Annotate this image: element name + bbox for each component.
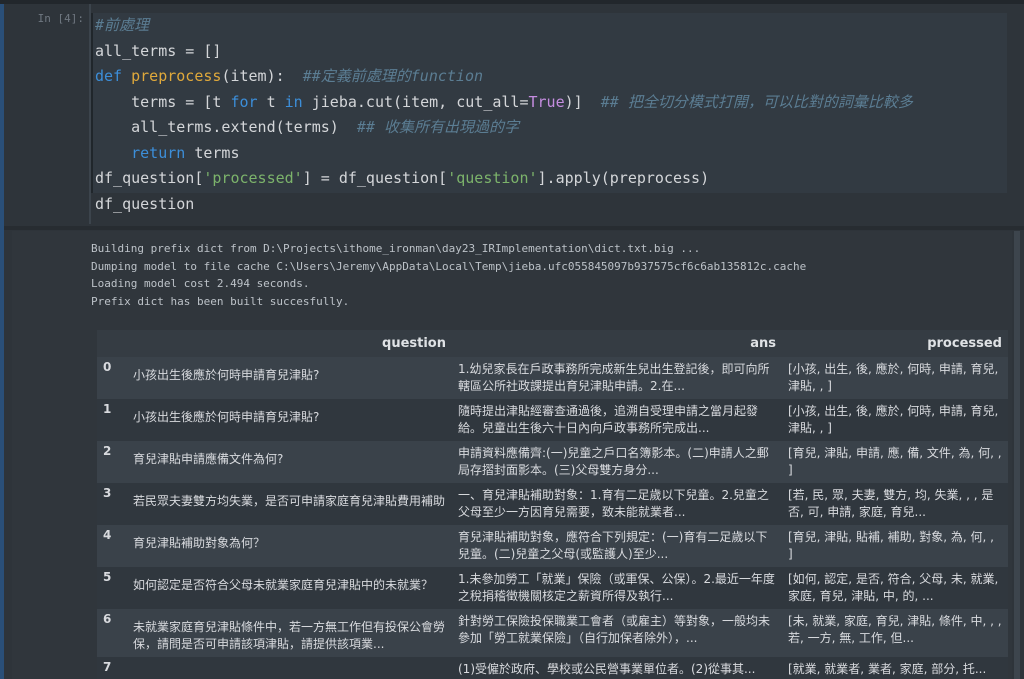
code-line[interactable]: all_terms = [] (95, 39, 1009, 65)
code-token: terms = [t (95, 92, 231, 111)
code-token: ] = df_question[ (302, 169, 448, 187)
table-row: 1 小孩出生後應於何時申請育兒津貼? 隨時提出津貼經審查通過後，追溯自受理申請之當月… (97, 399, 1008, 441)
row-index: 6 (97, 609, 127, 657)
row-index: 4 (97, 525, 127, 567)
code-line[interactable]: df_question (95, 192, 1009, 218)
code-line[interactable]: all_terms.extend(terms) ## 收集所有出現過的字 (95, 115, 1009, 141)
code-line[interactable]: def preprocess(item): ##定義前處理的function (95, 64, 1009, 90)
index-header (97, 330, 127, 357)
input-prompt: In [4]: (37, 12, 84, 25)
cell-question: 小孩出生後應於何時申請育兒津貼? (127, 357, 452, 399)
code-token: t (257, 92, 285, 111)
code-token: ## 把全切分模式打開，可以比對的詞彙比較多 (600, 92, 913, 111)
cell-processed: [就業, 就業者, 業者, 家庭, 部分, 托... (782, 657, 1008, 679)
code-token: all_terms = [] (95, 41, 222, 60)
cell-ans: (1)受僱於政府、學校或公民營事業單位者。(2)從事其... (452, 657, 782, 679)
table-row: 7 (1)受僱於政府、學校或公民營事業單位者。(2)從事其... [就業, 就業者,… (97, 657, 1008, 679)
code-token: df_question (95, 194, 195, 213)
code-token: (item): (221, 67, 303, 85)
table-row: 2 育兒津貼申請應備文件為何? 申請資料應備齊:(一)兒童之戶口名簿影本。(二)申請… (97, 441, 1008, 483)
code-token: ##定義前處理的function (302, 67, 484, 85)
cell-ans: 育兒津貼補助對象，應符合下列規定：(一)育有二足歲以下兒童。(二)兒童之父母(或… (452, 525, 782, 567)
code-token: preprocess (131, 67, 222, 85)
row-index: 0 (97, 357, 127, 399)
table-row: 5 如何認定是否符合父母未就業家庭育兒津貼中的未就業？ 1.未參加勞工「就業」保險（… (97, 567, 1008, 609)
stderr-line: Building prefix dict from D:\Projects\it… (91, 242, 701, 255)
code-token: def (95, 67, 132, 85)
code-line[interactable]: #前處理 (95, 13, 1009, 39)
cell-question (127, 657, 452, 679)
cell-ans: 1.幼兒家長在戶政事務所完成新生兒出生登記後，即可向所轄區公所社政課提出育兒津貼… (452, 357, 782, 399)
table-row: 6 未就業家庭育兒津貼條件中，若一方無工作但有投保公會勞保，請問是否可申請該項津貼… (97, 609, 1008, 657)
row-index: 2 (97, 441, 127, 483)
code-token: True (528, 92, 565, 111)
row-index: 5 (97, 567, 127, 609)
cell-selection-bar (0, 4, 4, 679)
code-editor[interactable]: #前處理 all_terms = [] def preprocess(item): … (91, 13, 1007, 213)
dataframe-header-row: question ans processed (97, 330, 1008, 357)
column-header-processed: processed (782, 330, 1008, 357)
code-token: #前處理 (95, 16, 150, 34)
code-token: for (230, 92, 258, 111)
code-token: 'question' (447, 169, 538, 187)
stderr-output: Building prefix dict from D:\Projects\it… (91, 240, 806, 310)
cell-question: 未就業家庭育兒津貼條件中，若一方無工作但有投保公會勞保，請問是否可申請該項津貼，… (127, 609, 452, 657)
cell-question: 如何認定是否符合父母未就業家庭育兒津貼中的未就業？ (127, 567, 452, 609)
cell-ans: 一、育兒津貼補助對象：1.育有二足歲以下兒童。2.兒童之父母至少一方因育兒需要，… (452, 483, 782, 525)
code-token: df_question[ (95, 169, 204, 187)
table-row: 4 育兒津貼補助對象為何？ 育兒津貼補助對象，應符合下列規定：(一)育有二足歲以下兒… (97, 525, 1008, 567)
code-token: )] (564, 92, 601, 111)
cell-ans: 申請資料應備齊:(一)兒童之戶口名簿影本。(二)申請人之郵局存摺封面影本。(三)… (452, 441, 782, 483)
cell-question: 若民眾夫妻雙方均失業，是否可申請家庭育兒津貼費用補助 (127, 483, 452, 525)
cell-question: 小孩出生後應於何時申請育兒津貼? (127, 399, 452, 441)
output-separator (4, 226, 1024, 230)
code-lines[interactable]: #前處理 all_terms = [] def preprocess(item): … (93, 13, 1009, 217)
code-token: 'processed' (203, 169, 303, 187)
row-index: 7 (97, 657, 127, 679)
cell-processed: [育兒, 津貼, 申請, 應, 備, 文件, 為, 何, , ] (782, 441, 1008, 483)
code-token: ].apply(preprocess) (537, 169, 710, 187)
row-index: 3 (97, 483, 127, 525)
stderr-line: Dumping model to file cache C:\Users\Jer… (91, 259, 807, 273)
cell-processed: [如何, 認定, 是否, 符合, 父母, 未, 就業, 家庭, 育兒, 津貼, … (782, 567, 1008, 609)
dataframe-body: 0 小孩出生後應於何時申請育兒津貼? 1.幼兒家長在戶政事務所完成新生兒出生登記後，… (97, 357, 1008, 679)
code-token: ## 收集所有出現過的字 (356, 118, 519, 136)
code-token: all_terms.extend(terms) (95, 118, 357, 136)
cell-processed: [若, 民, 眾, 夫妻, 雙方, 均, 失業, , , 是否, 可, 申請, … (782, 483, 1008, 525)
code-token: in (284, 92, 303, 111)
column-header-question: question (127, 330, 452, 357)
cell-processed: [小孩, 出生, 後, 應於, 何時, 申請, 育兒, 津貼, , ] (782, 357, 1008, 399)
table-row: 0 小孩出生後應於何時申請育兒津貼? 1.幼兒家長在戶政事務所完成新生兒出生登記後，… (97, 357, 1008, 399)
cell-processed: [育兒, 津貼, 貼補, 補助, 對象, 為, 何, , ] (782, 525, 1008, 567)
column-header-ans: ans (452, 330, 782, 357)
output-scrollbar[interactable] (1014, 231, 1020, 679)
code-token: jieba.cut(item, cut_all= (302, 92, 529, 111)
cell-processed: [未, 就業, 家庭, 育兒, 津貼, 條件, 中, , , 若, 一方, 無,… (782, 609, 1008, 657)
code-token: terms (185, 143, 240, 162)
cell-ans: 隨時提出津貼經審查通過後，追溯自受理申請之當月起發給。兒童出生後六十日內向戶政事… (452, 399, 782, 441)
code-line[interactable]: df_question['processed'] = df_question['… (95, 166, 1009, 192)
stderr-line: Prefix dict has been built succesfully. (91, 294, 350, 308)
code-token: return (131, 143, 186, 162)
code-line[interactable]: return terms (95, 141, 1009, 167)
cell-ans: 1.未參加勞工「就業」保險（或軍保、公保）。2.最近一年度之稅捐稽徵機關核定之薪… (452, 567, 782, 609)
table-row: 3 若民眾夫妻雙方均失業，是否可申請家庭育兒津貼費用補助 一、育兒津貼補助對象：1.… (97, 483, 1008, 525)
cell-processed: [小孩, 出生, 後, 應於, 何時, 申請, 育兒, 津貼, , ] (782, 399, 1008, 441)
stderr-line: Loading model cost 2.494 seconds. (91, 277, 310, 290)
cell-question: 育兒津貼申請應備文件為何? (127, 441, 452, 483)
cell-question: 育兒津貼補助對象為何？ (127, 525, 452, 567)
row-index: 1 (97, 399, 127, 441)
cell-ans: 針對勞工保險投保職業工會者（或雇主）等對象，一般均未參加「勞工就業保險」（自行加… (452, 609, 782, 657)
code-line[interactable]: terms = [t for t in jieba.cut(item, cut_… (95, 90, 1009, 116)
dataframe-table: question ans processed 0 小孩出生後應於何時申請育兒津貼?… (97, 330, 1008, 679)
